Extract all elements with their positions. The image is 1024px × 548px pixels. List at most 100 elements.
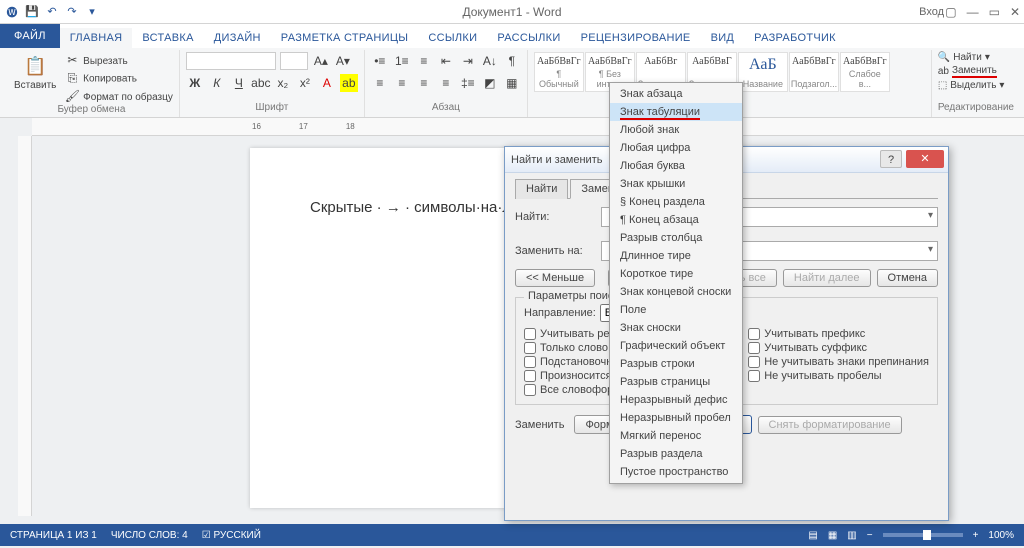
- login-link[interactable]: Вход: [919, 6, 944, 18]
- style-item[interactable]: АаБНазвание: [738, 52, 788, 92]
- tab-view[interactable]: ВИД: [701, 28, 745, 48]
- dialog-tab-find[interactable]: Найти: [515, 179, 568, 199]
- special-menu-item[interactable]: Знак сноски: [610, 319, 742, 337]
- vertical-ruler[interactable]: [18, 136, 32, 516]
- minimize-icon[interactable]: —: [967, 5, 979, 19]
- align-right-button[interactable]: ≡: [415, 74, 433, 92]
- underline-button[interactable]: Ч: [230, 74, 248, 92]
- multilevel-button[interactable]: ≡: [415, 52, 433, 70]
- status-page[interactable]: СТРАНИЦА 1 ИЗ 1: [10, 530, 97, 541]
- align-center-button[interactable]: ≡: [393, 74, 411, 92]
- font-size-combo[interactable]: [280, 52, 308, 70]
- special-menu-item[interactable]: Поле: [610, 301, 742, 319]
- replace-button[interactable]: abЗаменить: [938, 65, 1014, 78]
- maximize-icon[interactable]: ▭: [989, 5, 1000, 19]
- special-menu-item[interactable]: Разрыв раздела: [610, 445, 742, 463]
- indent-dec-button[interactable]: ⇤: [437, 52, 455, 70]
- status-words[interactable]: ЧИСЛО СЛОВ: 4: [111, 530, 188, 541]
- align-left-button[interactable]: ≡: [371, 74, 389, 92]
- option-checkbox[interactable]: Не учитывать знаки препинания: [748, 356, 929, 368]
- less-button[interactable]: << Меньше: [515, 269, 595, 287]
- special-menu-item[interactable]: Короткое тире: [610, 265, 742, 283]
- highlight-button[interactable]: ab: [340, 74, 358, 92]
- tab-review[interactable]: РЕЦЕНЗИРОВАНИЕ: [571, 28, 701, 48]
- view-print-icon[interactable]: ▦: [828, 530, 837, 541]
- special-menu-item[interactable]: Мягкий перенос: [610, 427, 742, 445]
- sup-button[interactable]: x²: [296, 74, 314, 92]
- font-name-combo[interactable]: [186, 52, 276, 70]
- tab-references[interactable]: ССЫЛКИ: [418, 28, 487, 48]
- special-menu-item[interactable]: Неразрывный пробел: [610, 409, 742, 427]
- style-item[interactable]: АаБбВвГг¶ Обычный: [534, 52, 584, 92]
- justify-button[interactable]: ≡: [437, 74, 455, 92]
- special-menu-item[interactable]: Знак абзаца: [610, 85, 742, 103]
- special-menu-item[interactable]: Разрыв столбца: [610, 229, 742, 247]
- show-marks-button[interactable]: ¶: [503, 52, 521, 70]
- tab-file[interactable]: ФАЙЛ: [0, 24, 60, 48]
- italic-button[interactable]: К: [208, 74, 226, 92]
- option-checkbox[interactable]: Не учитывать пробелы: [748, 370, 929, 382]
- tab-layout[interactable]: РАЗМЕТКА СТРАНИЦЫ: [271, 28, 419, 48]
- clear-format-button[interactable]: Снять форматирование: [758, 416, 902, 434]
- option-checkbox[interactable]: Учитывать префикс: [748, 328, 929, 340]
- status-lang[interactable]: ☑ РУССКИЙ: [202, 530, 261, 541]
- indent-inc-button[interactable]: ⇥: [459, 52, 477, 70]
- sort-button[interactable]: A↓: [481, 52, 499, 70]
- find-button[interactable]: 🔍Найти ▾: [938, 52, 1014, 63]
- special-menu-item[interactable]: Знак крышки: [610, 175, 742, 193]
- special-menu-item[interactable]: Длинное тире: [610, 247, 742, 265]
- tab-mailings[interactable]: РАССЫЛКИ: [487, 28, 570, 48]
- close-icon[interactable]: ✕: [1010, 5, 1020, 19]
- qat-dropdown-icon[interactable]: ▾: [84, 4, 100, 20]
- tab-insert[interactable]: ВСТАВКА: [132, 28, 203, 48]
- line-spacing-button[interactable]: ‡≡: [459, 74, 477, 92]
- borders-button[interactable]: ▦: [503, 74, 521, 92]
- tab-design[interactable]: ДИЗАЙН: [204, 28, 271, 48]
- redo-icon[interactable]: ↷: [64, 4, 80, 20]
- select-button[interactable]: ⬚Выделить ▾: [938, 80, 1014, 91]
- special-menu-item[interactable]: Пустое пространство: [610, 463, 742, 481]
- option-checkbox[interactable]: Учитывать суффикс: [748, 342, 929, 354]
- undo-icon[interactable]: ↶: [44, 4, 60, 20]
- numbering-button[interactable]: 1≡: [393, 52, 411, 70]
- special-menu-item[interactable]: Графический объект: [610, 337, 742, 355]
- cancel-button[interactable]: Отмена: [877, 269, 938, 287]
- style-item[interactable]: АаБбВвГгПодзагол...: [789, 52, 839, 92]
- shrink-font-button[interactable]: A▾: [334, 52, 352, 70]
- tab-home[interactable]: ГЛАВНАЯ: [60, 28, 133, 48]
- view-read-icon[interactable]: ▤: [808, 530, 817, 541]
- cut-button[interactable]: ✂ Вырезать: [64, 52, 172, 68]
- special-menu-item[interactable]: Любая буква: [610, 157, 742, 175]
- special-menu-item[interactable]: ¶ Конец абзаца: [610, 211, 742, 229]
- special-menu-item[interactable]: Любой знак: [610, 121, 742, 139]
- bullets-button[interactable]: •≡: [371, 52, 389, 70]
- special-menu-item[interactable]: Знак концевой сноски: [610, 283, 742, 301]
- special-menu-item[interactable]: Знак табуляции: [610, 103, 742, 121]
- save-icon[interactable]: 💾: [24, 4, 40, 20]
- zoom-out-button[interactable]: −: [867, 530, 873, 541]
- font-color-button[interactable]: A: [318, 74, 336, 92]
- special-menu-item[interactable]: Неразрывный дефис: [610, 391, 742, 409]
- dialog-close-button[interactable]: ✕: [906, 150, 944, 168]
- copy-button[interactable]: ⎘ Копировать: [64, 70, 172, 86]
- strike-button[interactable]: abc: [252, 74, 270, 92]
- paste-button[interactable]: 📋 Вставить: [10, 52, 60, 93]
- zoom-slider[interactable]: [883, 533, 963, 537]
- view-web-icon[interactable]: ▥: [847, 530, 856, 541]
- find-next-button[interactable]: Найти далее: [783, 269, 871, 287]
- horizontal-ruler[interactable]: 16 17 18: [32, 118, 1024, 136]
- bold-button[interactable]: Ж: [186, 74, 204, 92]
- special-menu-item[interactable]: Любая цифра: [610, 139, 742, 157]
- dialog-help-button[interactable]: ?: [880, 150, 902, 168]
- special-menu-item[interactable]: Разрыв страницы: [610, 373, 742, 391]
- zoom-value[interactable]: 100%: [988, 530, 1014, 541]
- style-item[interactable]: АаБбВвГгСлабое в...: [840, 52, 890, 92]
- special-menu-item[interactable]: § Конец раздела: [610, 193, 742, 211]
- ribbon-collapse-icon[interactable]: ▢: [945, 5, 956, 19]
- special-menu-item[interactable]: Разрыв строки: [610, 355, 742, 373]
- zoom-in-button[interactable]: +: [973, 530, 979, 541]
- format-painter-button[interactable]: 🖌 Формат по образцу: [64, 88, 172, 104]
- tab-developer[interactable]: РАЗРАБОТЧИК: [744, 28, 846, 48]
- shading-button[interactable]: ◩: [481, 74, 499, 92]
- grow-font-button[interactable]: A▴: [312, 52, 330, 70]
